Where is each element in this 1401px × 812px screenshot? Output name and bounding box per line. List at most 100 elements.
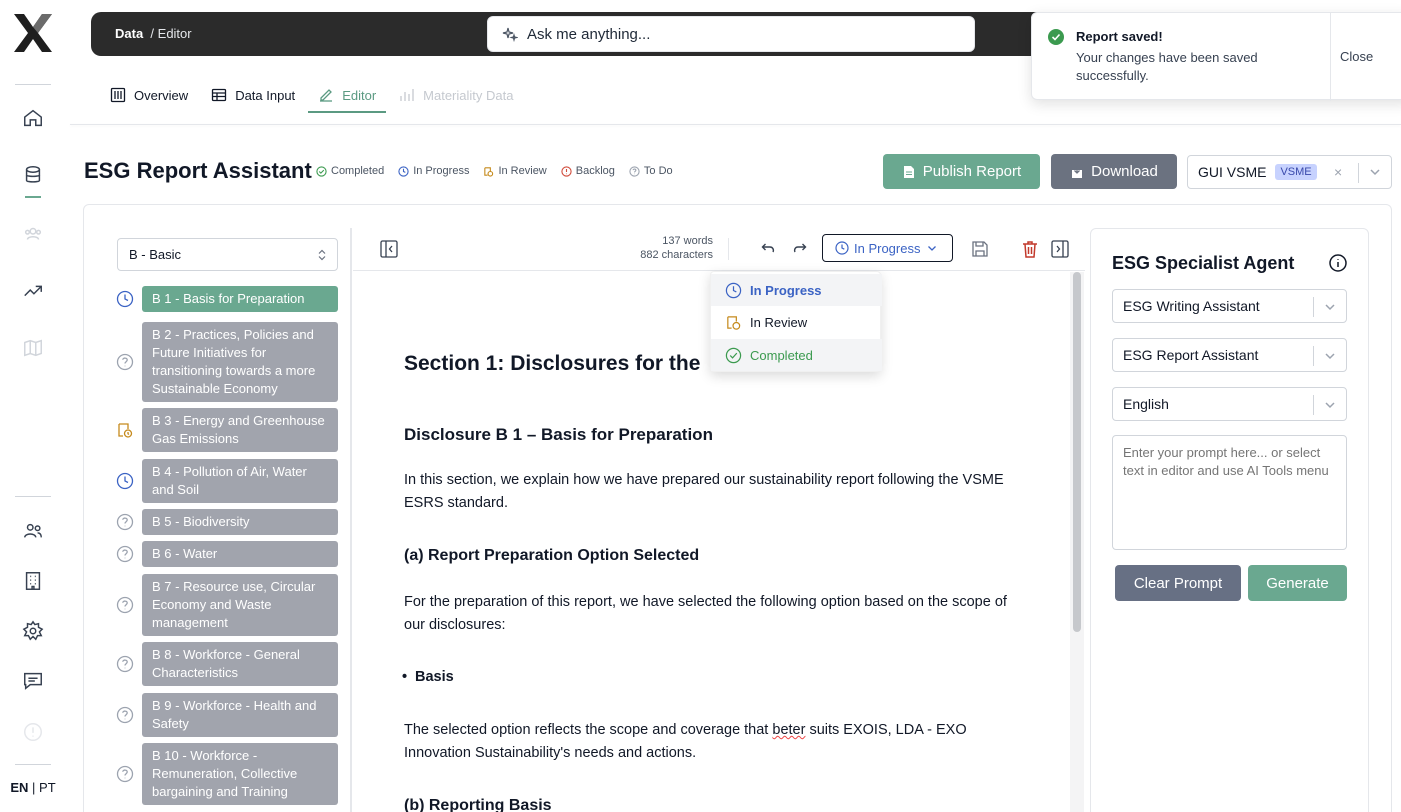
legend-label: Backlog xyxy=(575,165,615,177)
database-icon[interactable] xyxy=(20,162,46,188)
status-dropdown-menu: In Progress In Review Completed xyxy=(710,271,882,372)
word-count: 137 words xyxy=(662,235,713,247)
trending-icon[interactable] xyxy=(20,278,46,304)
clear-report-icon[interactable]: × xyxy=(1334,164,1342,180)
language-value: English xyxy=(1123,396,1169,412)
section-label: B 6 - Water xyxy=(142,541,338,567)
section-group-select[interactable]: B - Basic xyxy=(117,238,338,271)
tab-overview[interactable]: Overview xyxy=(100,78,198,112)
section-item-b9[interactable]: B 9 - Workforce - Health and Safety xyxy=(112,693,342,737)
report-selector[interactable]: GUI VSME VSME × xyxy=(1187,155,1392,189)
download-button[interactable]: Download xyxy=(1051,154,1177,189)
toast-divider xyxy=(1330,13,1331,101)
users-icon[interactable] xyxy=(20,518,46,544)
clock-icon xyxy=(112,468,138,494)
tab-data-input[interactable]: Data Input xyxy=(201,78,305,112)
settings-gear-icon[interactable] xyxy=(20,618,46,644)
publish-report-button[interactable]: Publish Report xyxy=(883,154,1040,189)
save-icon[interactable] xyxy=(969,238,991,260)
lang-pt[interactable]: PT xyxy=(39,780,56,795)
template-select[interactable]: ESG Report Assistant xyxy=(1112,338,1347,372)
doc-heading-3: (b) Reporting Basis xyxy=(404,797,552,812)
template-value: ESG Report Assistant xyxy=(1123,347,1259,363)
tab-label: Materiality Data xyxy=(423,87,514,103)
section-item-b2[interactable]: B 2 - Practices, Policies and Future Ini… xyxy=(112,322,342,402)
download-icon xyxy=(1072,165,1083,178)
chevron-down-icon[interactable] xyxy=(1368,165,1382,179)
info-icon[interactable] xyxy=(1328,253,1348,273)
page-title: ESG Report Assistant xyxy=(84,158,312,183)
option-label: In Review xyxy=(750,314,808,330)
breadcrumb-editor: / Editor xyxy=(150,26,192,41)
chat-icon[interactable] xyxy=(20,668,46,694)
rail-divider xyxy=(15,496,51,497)
team-icon xyxy=(20,221,46,247)
select-divider xyxy=(1313,395,1314,415)
check-circle-icon xyxy=(316,165,327,177)
section-item-b7[interactable]: B 7 - Resource use, Circular Economy and… xyxy=(112,574,342,636)
table-icon xyxy=(212,88,227,102)
word-counter: 137 words 882 characters xyxy=(623,234,713,262)
select-divider xyxy=(1313,297,1314,317)
tab-label: Editor xyxy=(342,87,377,103)
collapse-left-panel-icon[interactable] xyxy=(378,238,400,260)
section-item-b1[interactable]: B 1 - Basis for Preparation xyxy=(112,286,342,312)
question-circle-icon xyxy=(112,349,138,375)
language-select[interactable]: English xyxy=(1112,387,1347,421)
ask-ai-input[interactable]: Ask me anything... xyxy=(487,16,975,52)
toast-close-button[interactable]: Close xyxy=(1340,49,1373,64)
question-circle-icon xyxy=(112,592,138,618)
clear-prompt-button[interactable]: Clear Prompt xyxy=(1115,565,1241,601)
report-name: GUI VSME xyxy=(1198,164,1267,180)
question-circle-icon xyxy=(112,702,138,728)
section-item-b6[interactable]: B 6 - Water xyxy=(112,541,342,567)
select-divider xyxy=(1313,346,1314,366)
home-icon[interactable] xyxy=(20,105,46,131)
review-icon xyxy=(112,417,138,443)
delete-trash-icon[interactable] xyxy=(1019,238,1041,260)
status-dropdown-button[interactable]: In Progress xyxy=(822,234,953,262)
section-item-b3[interactable]: B 3 - Energy and Greenhouse Gas Emission… xyxy=(112,408,342,452)
assistant-select[interactable]: ESG Writing Assistant xyxy=(1112,289,1347,323)
editor-scrollbar[interactable] xyxy=(1073,272,1081,632)
section-item-b8[interactable]: B 8 - Workforce - General Characteristic… xyxy=(112,642,342,686)
lang-separator: | xyxy=(32,780,36,795)
tab-editor[interactable]: Editor xyxy=(308,78,387,113)
collapse-right-panel-icon[interactable] xyxy=(1049,238,1071,260)
doc-bullet-item: Basis xyxy=(402,669,454,685)
legend-label: In Review xyxy=(498,165,547,177)
panel-divider[interactable] xyxy=(350,228,352,812)
tab-materiality-data[interactable]: Materiality Data xyxy=(389,78,523,112)
section-label: B 9 - Workforce - Health and Safety xyxy=(142,693,338,737)
prompt-input[interactable] xyxy=(1112,435,1347,550)
status-option-completed[interactable]: Completed xyxy=(711,339,882,371)
generate-button[interactable]: Generate xyxy=(1248,565,1347,601)
status-option-in-progress[interactable]: In Progress xyxy=(711,274,882,306)
breadcrumb-data[interactable]: Data xyxy=(115,26,143,41)
section-label: B 4 - Pollution of Air, Water and Soil xyxy=(142,459,338,503)
legend-backlog: Backlog xyxy=(561,165,615,177)
lang-en[interactable]: EN xyxy=(10,780,28,795)
building-icon[interactable] xyxy=(20,568,46,594)
esg-agent-panel: ESG Specialist Agent ESG Writing Assista… xyxy=(1090,228,1369,812)
doc-paragraph: For the preparation of this report, we h… xyxy=(404,594,1007,633)
char-count: 882 characters xyxy=(640,249,713,261)
section-label: B 1 - Basis for Preparation xyxy=(142,286,338,312)
section-item-b10[interactable]: B 10 - Workforce - Remuneration, Collect… xyxy=(112,743,342,805)
undo-icon[interactable] xyxy=(756,238,778,260)
agent-title: ESG Specialist Agent xyxy=(1112,253,1295,273)
brand-logo-icon[interactable] xyxy=(10,10,56,56)
rail-divider xyxy=(15,764,51,765)
section-label: B 10 - Workforce - Remuneration, Collect… xyxy=(142,743,338,805)
section-item-b4[interactable]: B 4 - Pollution of Air, Water and Soil xyxy=(112,459,342,503)
redo-icon[interactable] xyxy=(790,238,812,260)
check-circle-icon xyxy=(725,347,742,363)
app: EN | PT Data / Editor Ask me anything...… xyxy=(0,0,1401,812)
doc-paragraph: In this section, we explain how we have … xyxy=(404,472,1004,511)
status-option-in-review[interactable]: In Review xyxy=(711,306,882,338)
save-toast: Report saved! Your changes have been sav… xyxy=(1031,12,1401,101)
question-circle-icon xyxy=(112,541,138,567)
misspelled-word[interactable]: beter xyxy=(772,722,805,738)
section-item-b5[interactable]: B 5 - Biodiversity xyxy=(112,509,342,535)
review-icon xyxy=(727,315,741,330)
